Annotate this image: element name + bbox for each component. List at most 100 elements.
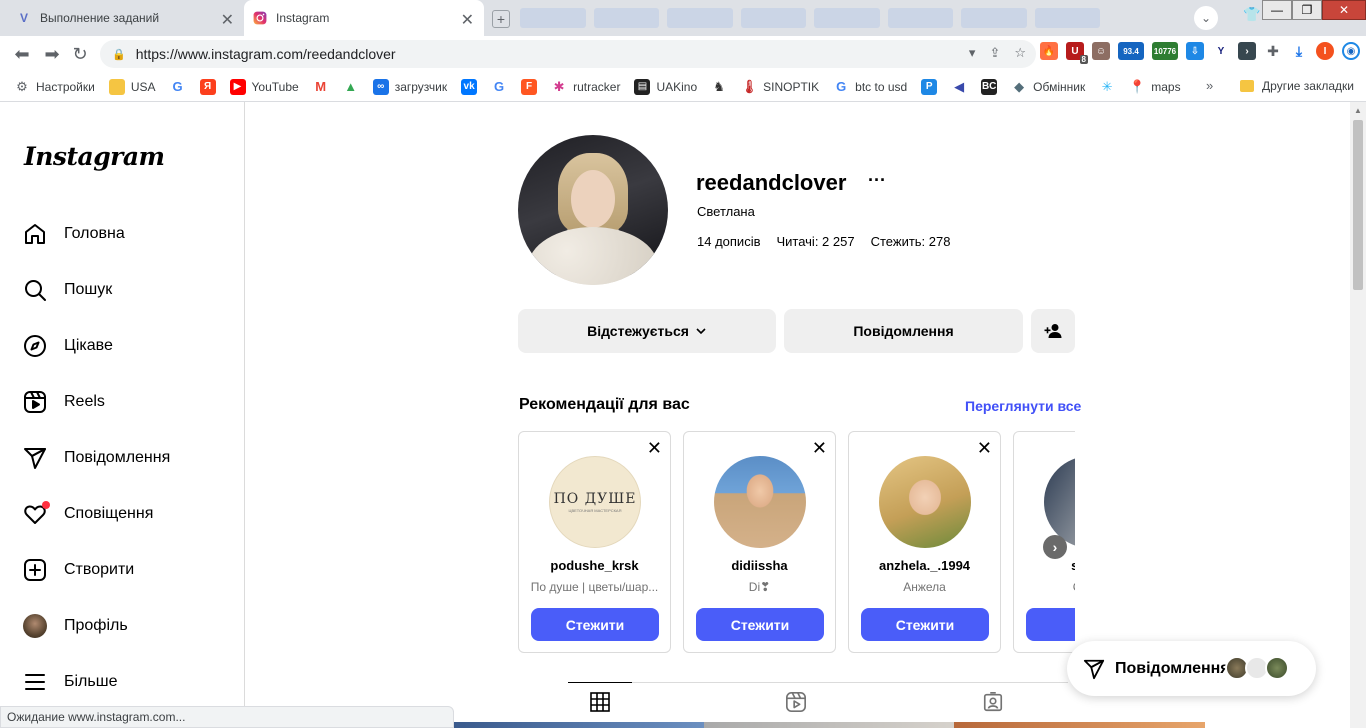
nav-more[interactable]: Більше [22,668,117,696]
nav-reels[interactable]: Reels [22,388,105,416]
tab-posts[interactable] [568,682,632,720]
nav-explore[interactable]: Цікаве [22,332,113,360]
carousel-next-icon[interactable]: › [1043,535,1067,559]
bookmark-item[interactable]: USA [108,78,156,95]
profile-avatar-button[interactable]: I [1316,42,1334,60]
theme-icon[interactable]: 👕 [1243,6,1260,23]
suggestion-avatar[interactable]: ПО ДУШЕ ЦВЕТОЧНАЯ МАСТЕРСКАЯ [549,456,641,548]
following-count[interactable]: Стежить: 278 [871,234,951,249]
nav-search[interactable]: Пошук [22,276,112,304]
bookmark-item[interactable]: ▤ UAKino [634,78,697,95]
bookmark-item[interactable]: ▲ [343,79,359,95]
close-tab-icon[interactable]: ✕ [221,10,234,30]
dismiss-icon[interactable]: ✕ [977,438,992,459]
back-button[interactable]: ⬅ [10,42,34,66]
bookmark-item[interactable]: ✱ rutracker [551,79,621,95]
bookmark-item[interactable]: G [170,79,186,95]
suggestion-card[interactable]: ✕ ПО ДУШЕ ЦВЕТОЧНАЯ МАСТЕРСКАЯ podushe_k… [518,431,671,653]
following-button[interactable]: Відстежується [518,309,776,353]
scrollbar-thumb[interactable] [1353,120,1363,290]
browser-tab-instagram[interactable]: Instagram ✕ [244,0,484,36]
reload-button[interactable]: ↻ [68,42,92,66]
bookmark-item[interactable]: ∞ загрузчик [372,78,447,95]
bitcoin-extension-icon[interactable]: 10776 [1152,42,1178,60]
dismiss-icon[interactable]: ✕ [812,438,827,459]
suggestion-avatar[interactable] [1044,456,1075,548]
downloads-icon[interactable]: ⤓ [1290,42,1308,60]
dropdown-icon[interactable]: ▾ [969,45,976,61]
forward-button[interactable]: ➡ [40,42,64,66]
suggestion-avatar[interactable] [879,456,971,548]
suggestion-username[interactable]: didiissha [684,558,835,573]
follow-button[interactable]: Стежити [861,608,989,641]
browser-tab-tasks[interactable]: V Выполнение заданий ✕ [8,0,244,36]
close-tab-icon[interactable]: ✕ [461,10,474,30]
other-bookmarks-folder[interactable]: Другие закладки [1240,79,1354,93]
bookmark-item[interactable]: vk [461,78,478,95]
suggestion-card[interactable]: ✕ anzhela._.1994 Анжела Стежити [848,431,1001,653]
new-tab-button[interactable]: + [492,10,510,28]
bookmark-item[interactable]: F [521,78,538,95]
tab-tagged[interactable] [961,683,1025,721]
ublock-extension-icon[interactable]: U8 [1066,42,1088,64]
price-extension-icon[interactable]: 93.4 [1118,42,1144,60]
page-scrollbar[interactable]: ▲ [1350,102,1366,728]
suggestion-username[interactable]: anzhela._.1994 [849,558,1000,573]
bookmark-item[interactable]: G [491,79,507,95]
suggestion-username[interactable]: svetla [1014,558,1075,573]
bookmark-item[interactable]: ◆ Обмінник [1011,79,1085,95]
bookmark-item[interactable]: 🌡 SINOPTIK [741,79,819,95]
bookmark-item[interactable]: 📍 maps [1129,79,1180,95]
instagram-logo[interactable]: Instagram [24,142,165,171]
fire-extension-icon[interactable]: 🔥 [1040,42,1058,60]
tab-search-button[interactable]: ⌄ [1194,6,1218,30]
nav-messages[interactable]: Повідомлення [22,444,170,472]
v-extension-icon[interactable]: Y [1212,42,1230,60]
nav-home[interactable]: Головна [22,220,125,248]
arrow-extension-icon[interactable]: › [1238,42,1256,60]
bookmark-item[interactable]: ✳ [1099,79,1115,95]
bookmark-item[interactable]: BC [981,78,998,95]
download-extension-icon[interactable]: ⇩ [1186,42,1204,60]
address-bar[interactable]: 🔒 https://www.instagram.com/reedandclove… [100,40,1036,68]
bookmarks-overflow-button[interactable]: » [1206,78,1213,93]
profile-photo[interactable] [518,135,668,285]
share-icon[interactable]: ⇪ [989,45,1000,61]
lock-icon[interactable]: 🔒 [112,48,126,61]
bookmark-item[interactable]: Gbtc to usd [833,79,907,95]
scroll-up-icon[interactable]: ▲ [1354,106,1362,115]
suggest-people-button[interactable] [1031,309,1075,353]
follow-button[interactable]: Стежити [696,608,824,641]
puzzle-icon[interactable]: ✚ [1264,42,1282,60]
face-extension-icon[interactable]: ☺ [1092,42,1110,60]
window-close-button[interactable]: ✕ [1322,0,1366,20]
bookmark-item[interactable]: ♞ [711,79,727,95]
message-button[interactable]: Повідомлення [784,309,1023,353]
bookmark-item[interactable]: ◀ [951,79,967,95]
bookmark-star-icon[interactable]: ☆ [1014,45,1026,61]
minimize-button[interactable]: — [1262,0,1292,20]
suggestion-username[interactable]: podushe_krsk [519,558,670,573]
nav-create[interactable]: Створити [22,556,134,584]
follow-button[interactable]: Стежити [531,608,659,641]
bookmark-item[interactable]: P [921,78,938,95]
see-all-link[interactable]: Переглянути все [965,398,1081,414]
globe-extension-icon[interactable]: ◉ [1342,42,1360,60]
bookmark-item[interactable]: ⚙ Настройки [14,79,95,95]
follow-button[interactable]: Ст [1026,608,1075,641]
bookmark-item[interactable]: ▶ YouTube [229,78,299,95]
bookmark-item[interactable]: Я [199,78,216,95]
tab-reels[interactable] [764,683,828,721]
url-text[interactable]: https://www.instagram.com/reedandclover [136,46,396,62]
followers-count[interactable]: Читачі: 2 257 [776,234,854,249]
dismiss-icon[interactable]: ✕ [647,438,662,459]
profile-stats: 14 дописів Читачі: 2 257 Стежить: 278 [697,234,950,249]
nav-profile[interactable]: Профіль [22,612,128,640]
bookmark-item[interactable]: M [313,79,329,95]
maximize-button[interactable]: ❐ [1292,0,1322,20]
options-icon[interactable]: ··· [868,170,886,191]
nav-notifications[interactable]: Сповіщення [22,500,153,528]
suggestion-card[interactable]: ✕ didiissha Di❣ Стежити [683,431,836,653]
messages-floating-button[interactable]: Повідомлення [1067,641,1316,696]
suggestion-avatar[interactable] [714,456,806,548]
